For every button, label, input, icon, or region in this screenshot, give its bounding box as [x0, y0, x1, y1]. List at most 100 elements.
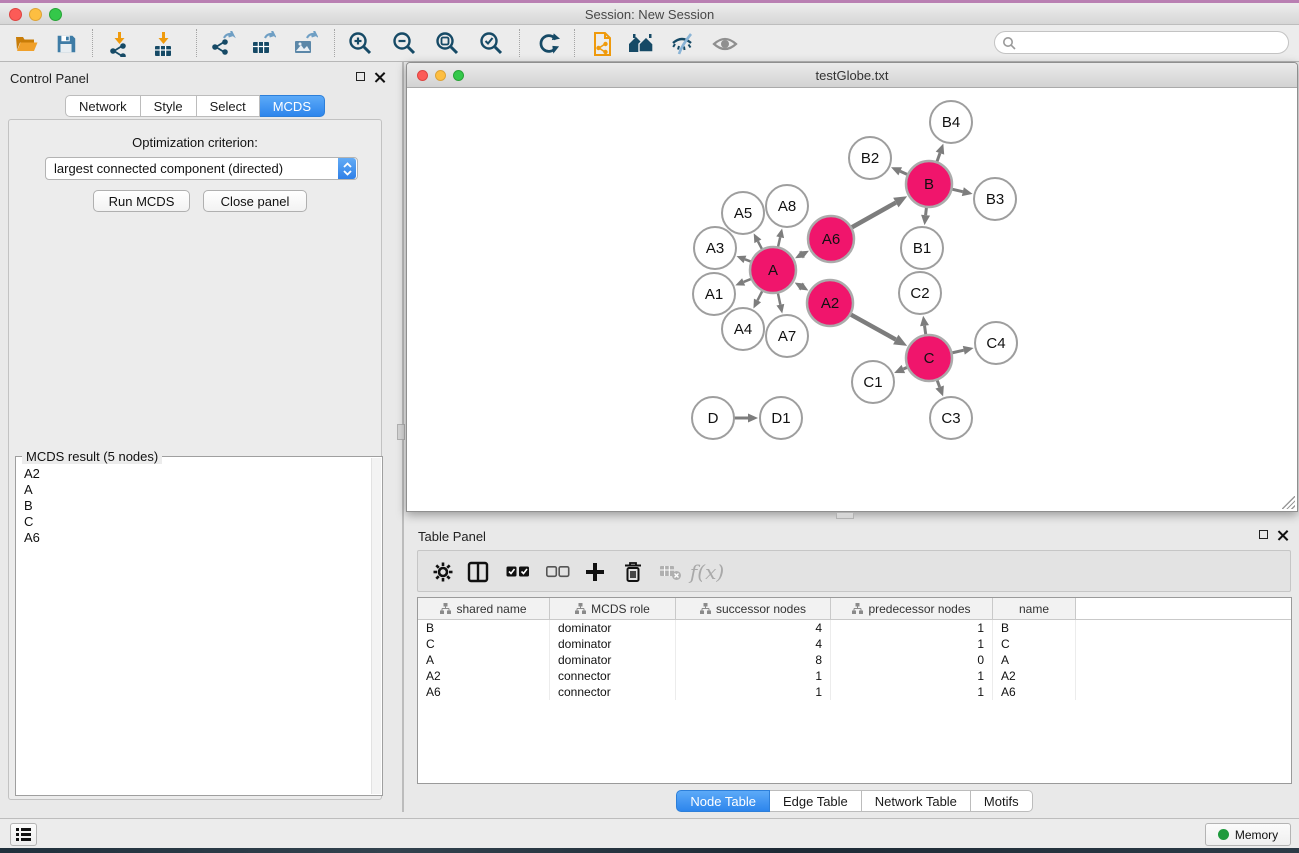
graph-edge-A6-B[interactable] — [851, 203, 896, 228]
export-image-icon[interactable] — [287, 27, 323, 60]
cell-shared-name[interactable]: A6 — [418, 684, 550, 700]
tab-network-table[interactable]: Network Table — [862, 790, 971, 812]
vertical-splitter-grip[interactable] — [397, 424, 405, 440]
cell-mcds-role[interactable]: dominator — [550, 652, 676, 668]
cell-name[interactable]: B — [993, 620, 1076, 636]
cell-predecessor-nodes[interactable]: 0 — [831, 652, 993, 668]
cell-successor-nodes[interactable]: 8 — [676, 652, 831, 668]
cell-shared-name[interactable]: B — [418, 620, 550, 636]
zoom-out-icon[interactable] — [387, 27, 423, 60]
graph-edge-A-A7[interactable] — [778, 292, 781, 304]
graph-edge-A-A5[interactable] — [758, 241, 762, 249]
table-row[interactable]: Cdominator41C — [418, 636, 1291, 652]
delete-column-icon[interactable] — [616, 555, 650, 589]
float-panel-icon[interactable] — [356, 72, 365, 81]
cell-mcds-role[interactable]: dominator — [550, 636, 676, 652]
tab-network[interactable]: Network — [65, 95, 141, 117]
column-header-mcds-role[interactable]: MCDS role — [550, 598, 676, 619]
hide-others-icon[interactable] — [665, 27, 701, 60]
tab-edge-table[interactable]: Edge Table — [770, 790, 862, 812]
show-eye-icon[interactable] — [707, 27, 743, 60]
cell-successor-nodes[interactable]: 1 — [676, 668, 831, 684]
graph-edge-A2-C[interactable] — [850, 314, 896, 339]
window-resize-grip[interactable] — [1282, 496, 1295, 509]
node-table[interactable]: shared nameMCDS rolesuccessor nodesprede… — [417, 597, 1292, 784]
tab-select[interactable]: Select — [197, 95, 260, 117]
column-header-successor-nodes[interactable]: successor nodes — [676, 598, 831, 619]
deselect-all-icon[interactable] — [541, 555, 575, 589]
table-settings-icon[interactable] — [426, 555, 460, 589]
result-item[interactable]: A — [24, 482, 40, 498]
select-all-icon[interactable] — [501, 555, 535, 589]
table-row[interactable]: Bdominator41B — [418, 620, 1291, 636]
cell-shared-name[interactable]: A2 — [418, 668, 550, 684]
cell-mcds-role[interactable]: connector — [550, 684, 676, 700]
tab-style[interactable]: Style — [141, 95, 197, 117]
column-header-name[interactable]: name — [993, 598, 1076, 619]
horizontal-splitter-grip[interactable] — [836, 512, 854, 519]
graph-edge-A-A4[interactable] — [758, 291, 763, 301]
graph-edge-B-B4[interactable] — [937, 153, 940, 162]
network-window-titlebar[interactable]: testGlobe.txt — [407, 63, 1297, 88]
optimization-criterion-select[interactable]: largest connected component (directed) — [45, 157, 358, 180]
tab-node-table[interactable]: Node Table — [676, 790, 770, 812]
result-item[interactable]: C — [24, 514, 40, 530]
import-table-icon[interactable] — [146, 27, 182, 60]
table-row[interactable]: A6connector11A6 — [418, 684, 1291, 700]
close-panel-icon[interactable] — [374, 72, 385, 83]
cell-predecessor-nodes[interactable]: 1 — [831, 620, 993, 636]
result-scrollbar[interactable] — [371, 458, 381, 794]
new-network-from-file-icon[interactable] — [584, 27, 620, 60]
graph-edge-C-C2[interactable] — [925, 326, 926, 336]
graph-edge-B-B3[interactable] — [951, 189, 962, 192]
graph-edge-A-A1[interactable] — [744, 279, 752, 282]
cell-successor-nodes[interactable]: 4 — [676, 620, 831, 636]
cell-name[interactable]: C — [993, 636, 1076, 652]
export-table-icon[interactable] — [245, 27, 281, 60]
network-graph[interactable]: B4B2BB3A8A5A6A3B1AC2A1A2A4A7C4CC1C3DD1 — [407, 88, 1297, 512]
table-row[interactable]: A2connector11A2 — [418, 668, 1291, 684]
cell-predecessor-nodes[interactable]: 1 — [831, 636, 993, 652]
cell-name[interactable]: A6 — [993, 684, 1076, 700]
network-canvas[interactable]: B4B2BB3A8A5A6A3B1AC2A1A2A4A7C4CC1C3DD1 — [407, 88, 1297, 511]
add-column-icon[interactable] — [578, 555, 612, 589]
import-network-icon[interactable] — [102, 27, 138, 60]
graph-edge-A-A8[interactable] — [778, 237, 780, 247]
column-header-shared-name[interactable]: shared name — [418, 598, 550, 619]
cell-successor-nodes[interactable]: 1 — [676, 684, 831, 700]
delete-table-icon[interactable] — [654, 555, 688, 589]
close-table-panel-icon[interactable] — [1277, 530, 1288, 541]
cell-predecessor-nodes[interactable]: 1 — [831, 668, 993, 684]
show-columns-icon[interactable] — [461, 555, 495, 589]
tab-motifs[interactable]: Motifs — [971, 790, 1033, 812]
cell-name[interactable]: A2 — [993, 668, 1076, 684]
cell-successor-nodes[interactable]: 4 — [676, 636, 831, 652]
close-panel-button[interactable]: Close panel — [203, 190, 307, 212]
zoom-selected-icon[interactable] — [474, 27, 510, 60]
save-session-icon[interactable] — [48, 27, 84, 60]
refresh-icon[interactable] — [530, 27, 566, 60]
zoom-fit-icon[interactable] — [430, 27, 466, 60]
open-session-icon[interactable] — [8, 27, 44, 60]
result-item[interactable]: A6 — [24, 530, 40, 546]
cell-mcds-role[interactable]: dominator — [550, 620, 676, 636]
memory-button[interactable]: Memory — [1205, 823, 1291, 846]
float-table-panel-icon[interactable] — [1259, 530, 1268, 539]
function-builder-icon[interactable]: f(x) — [690, 555, 724, 589]
search-input[interactable] — [1016, 33, 1288, 52]
tab-mcds[interactable]: MCDS — [260, 95, 325, 117]
home-icon[interactable] — [623, 27, 659, 60]
toolbar-search-field[interactable] — [994, 31, 1289, 54]
cell-shared-name[interactable]: C — [418, 636, 550, 652]
cell-mcds-role[interactable]: connector — [550, 668, 676, 684]
combo-spinner-icon[interactable] — [338, 158, 356, 179]
zoom-in-icon[interactable] — [343, 27, 379, 60]
result-item[interactable]: A2 — [24, 466, 40, 482]
graph-edge-B-B1[interactable] — [926, 207, 927, 215]
run-mcds-button[interactable]: Run MCDS — [93, 190, 190, 212]
graph-edge-C-C4[interactable] — [951, 350, 963, 353]
table-row[interactable]: Adominator80A — [418, 652, 1291, 668]
task-history-button[interactable] — [10, 823, 37, 846]
cell-shared-name[interactable]: A — [418, 652, 550, 668]
cell-predecessor-nodes[interactable]: 1 — [831, 684, 993, 700]
